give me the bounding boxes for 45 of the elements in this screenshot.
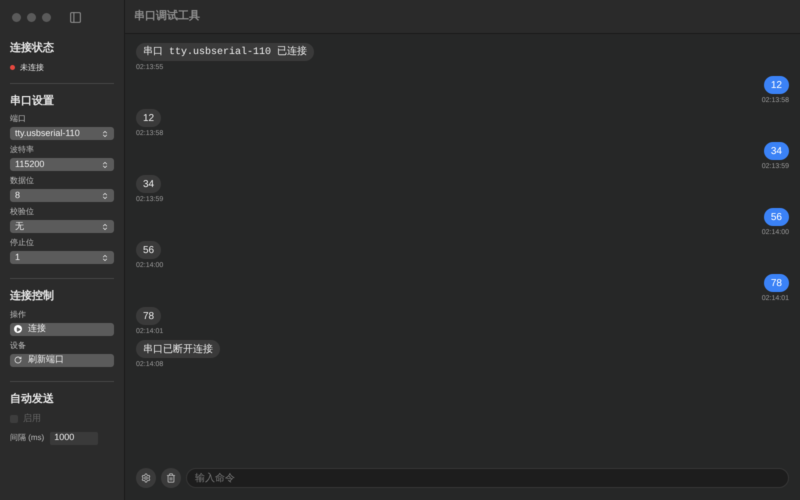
- section-heading: 连接控制: [10, 288, 55, 304]
- message-bubble: 12: [136, 109, 162, 127]
- select-field[interactable]: 1: [10, 251, 114, 264]
- action-button[interactable]: 刷新端口: [10, 354, 114, 366]
- select-field[interactable]: 115200: [10, 158, 114, 171]
- chevron-icon: [101, 192, 109, 200]
- section-heading: 自动发送: [10, 392, 55, 406]
- message-bubble: 12: [764, 76, 789, 94]
- chevron-icon: [101, 222, 109, 230]
- settings-icon: [141, 473, 151, 483]
- window-title: 串口调试工具: [134, 8, 200, 24]
- message-bubble: 56: [136, 241, 162, 259]
- section-heading: 串口设置: [10, 94, 55, 108]
- field-label: 停止位: [10, 238, 35, 248]
- interval-field[interactable]: 1000: [50, 432, 98, 444]
- play-icon: [14, 325, 22, 333]
- field-label: 数据位: [10, 176, 35, 186]
- sidebar-toggle-icon[interactable]: [69, 10, 82, 24]
- field-label: 设备: [10, 340, 27, 350]
- settings-button[interactable]: [136, 468, 156, 488]
- action-button[interactable]: 连接: [10, 322, 114, 336]
- status-text: 未连接: [20, 62, 44, 74]
- command-input[interactable]: 输入命令: [186, 468, 789, 488]
- trash-icon: [166, 473, 176, 483]
- select-field[interactable]: tty.usbserial-110: [10, 127, 114, 140]
- interval-label: 间隔 (ms): [10, 432, 44, 444]
- message-bubble: 78: [764, 274, 789, 292]
- field-label: 波特率: [10, 145, 35, 155]
- chevron-icon: [101, 254, 109, 262]
- message-bubble: 56: [764, 208, 789, 226]
- field-label: 端口: [10, 114, 27, 124]
- field-label: 操作: [10, 310, 27, 320]
- section-heading: 连接状态: [10, 40, 55, 56]
- refresh-icon: [14, 356, 22, 364]
- select-field[interactable]: 8: [10, 189, 114, 202]
- field-label: 校验位: [10, 207, 35, 217]
- message-bubble: 串口已断开连接: [136, 340, 220, 358]
- clear-button[interactable]: [161, 468, 181, 488]
- chevron-icon: [101, 130, 109, 138]
- message-bubble: 串口 tty.usbserial-110 已连接: [136, 43, 314, 61]
- message-bubble: 34: [136, 175, 162, 193]
- chevron-icon: [101, 160, 109, 168]
- message-bubble: 78: [136, 307, 162, 325]
- select-field[interactable]: 无: [10, 220, 114, 233]
- message-bubble: 34: [764, 142, 789, 160]
